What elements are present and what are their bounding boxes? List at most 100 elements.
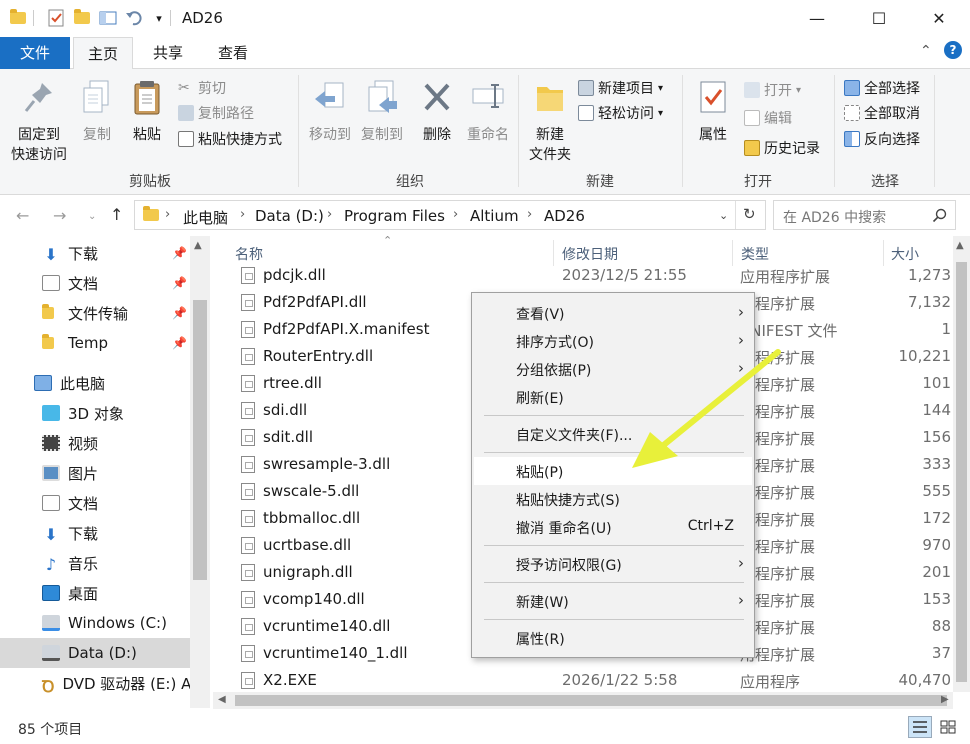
nav-item-music[interactable]: ♪ 音乐: [0, 548, 190, 578]
pin-icon[interactable]: 📌: [172, 276, 187, 290]
column-header-size[interactable]: 大小: [891, 244, 919, 264]
pin-icon[interactable]: 📌: [172, 306, 187, 320]
nav-item-this-pc[interactable]: 此电脑: [0, 368, 190, 398]
nav-scrollbar-thumb[interactable]: [193, 300, 207, 580]
context-menu-item[interactable]: 撤消 重命名(U) Ctrl+Z: [474, 513, 752, 541]
breadcrumb-separator-icon[interactable]: ›: [527, 207, 532, 222]
scroll-up-icon[interactable]: ▲: [956, 240, 964, 251]
tab-file[interactable]: 文件: [0, 37, 70, 69]
nav-item-desktop[interactable]: 桌面: [0, 578, 190, 608]
file-row[interactable]: X2.EXE 2026/1/22 5:58 应用程序 40,470: [213, 667, 953, 692]
breadcrumb-separator-icon[interactable]: ›: [327, 207, 332, 222]
close-button[interactable]: ✕: [908, 0, 970, 36]
scroll-up-icon[interactable]: ▲: [194, 240, 202, 251]
nav-item-temp[interactable]: Temp 📌: [0, 328, 190, 358]
collapse-ribbon-icon[interactable]: ⌃: [920, 43, 932, 59]
context-menu-item[interactable]: 属性(R): [474, 624, 752, 652]
nav-item-data-d[interactable]: Data (D:): [0, 638, 190, 668]
context-menu-item[interactable]: 粘贴快捷方式(S): [474, 485, 752, 513]
nav-label: 下载: [68, 244, 99, 263]
pin-icon[interactable]: 📌: [172, 336, 187, 350]
nav-item-documents-pc[interactable]: 文档: [0, 488, 190, 518]
context-menu-item[interactable]: 查看(V) ›: [474, 299, 752, 327]
select-all-button[interactable]: 全部选择: [844, 77, 920, 99]
nav-item-videos[interactable]: 视频: [0, 428, 190, 458]
move-to-button[interactable]: 移动到: [304, 79, 356, 145]
context-menu-item[interactable]: 授予访问权限(G) ›: [474, 550, 752, 578]
nav-item-documents[interactable]: 文档 📌: [0, 268, 190, 298]
search-box[interactable]: 在 AD26 中搜索: [773, 200, 956, 230]
list-scrollbar-thumb[interactable]: [956, 262, 967, 682]
history-icon: [744, 140, 760, 156]
help-icon[interactable]: ?: [944, 41, 962, 59]
rename-button[interactable]: 重命名: [462, 79, 514, 145]
scroll-right-icon[interactable]: ▶: [941, 694, 949, 705]
column-header-date[interactable]: 修改日期: [562, 244, 618, 264]
details-view-button[interactable]: [908, 716, 932, 738]
copy-button[interactable]: 复制: [76, 79, 118, 145]
new-folder-button[interactable]: 新建 文件夹: [524, 79, 576, 165]
recent-locations-chevron-icon[interactable]: ⌄: [88, 211, 96, 222]
large-icons-view-button[interactable]: [936, 716, 960, 738]
delete-button[interactable]: 删除: [416, 79, 458, 145]
back-arrow-icon[interactable]: ←: [16, 206, 29, 225]
tab-home[interactable]: 主页: [73, 37, 133, 70]
new-item-button[interactable]: 新建项目 ▾: [578, 77, 663, 99]
breadcrumb-separator-icon[interactable]: ›: [453, 207, 458, 222]
chevron-down-icon: ▾: [658, 107, 664, 119]
address-dropdown-icon[interactable]: ⌄: [719, 209, 728, 222]
breadcrumb-separator-icon[interactable]: ›: [165, 207, 170, 222]
copy-to-button[interactable]: 复制到: [356, 79, 408, 145]
search-input[interactable]: 在 AD26 中搜索: [783, 207, 886, 227]
pin-icon[interactable]: 📌: [172, 246, 187, 260]
file-row[interactable]: pdcjk.dll 2023/12/5 21:55 应用程序扩展 1,273: [213, 262, 953, 289]
history-button[interactable]: 历史记录: [744, 137, 820, 159]
context-menu-item[interactable]: 新建(W) ›: [474, 587, 752, 615]
title-bar: ▾ AD26 — ☐ ✕: [0, 0, 970, 36]
undo-icon[interactable]: [124, 8, 144, 28]
properties-check-icon[interactable]: [46, 8, 66, 28]
easy-access-button[interactable]: 轻松访问 ▾: [578, 102, 663, 124]
cut-button[interactable]: ✂ 剪切: [178, 77, 226, 99]
breadcrumb-ad26[interactable]: AD26: [544, 207, 585, 225]
copy-path-button[interactable]: 复制路径: [178, 102, 254, 124]
open-button[interactable]: 打开 ▾: [744, 79, 801, 101]
properties-button[interactable]: 属性: [690, 79, 736, 145]
file-name: X2.EXE: [263, 671, 317, 689]
nav-item-downloads-pc[interactable]: ⬇ 下载: [0, 518, 190, 548]
layout-icon[interactable]: [98, 8, 118, 28]
nav-item-3d-objects[interactable]: 3D 对象: [0, 398, 190, 428]
minimize-button[interactable]: —: [786, 0, 848, 36]
maximize-button[interactable]: ☐: [848, 0, 910, 36]
breadcrumb-data-d[interactable]: Data (D:): [255, 207, 324, 225]
pin-quick-access-button[interactable]: 固定到 快速访问: [6, 79, 72, 165]
new-folder-icon[interactable]: [72, 8, 92, 28]
column-header-type[interactable]: 类型: [741, 244, 769, 264]
invert-selection-button[interactable]: 反向选择: [844, 128, 920, 150]
breadcrumb-this-pc[interactable]: 此电脑: [183, 207, 228, 228]
exe-file-icon: [241, 672, 255, 689]
horizontal-scrollbar-thumb[interactable]: [235, 695, 947, 706]
scroll-left-icon[interactable]: ◀: [218, 694, 226, 705]
address-bar[interactable]: › 此电脑 › Data (D:) › Program Files › Alti…: [134, 200, 766, 230]
nav-item-dvd-e[interactable]: Ꝺ DVD 驱动器 (E:) A: [0, 668, 191, 698]
tab-share[interactable]: 共享: [140, 37, 196, 69]
forward-arrow-icon[interactable]: →: [53, 206, 66, 225]
breadcrumb-program-files[interactable]: Program Files: [344, 207, 445, 225]
column-header-name[interactable]: 名称: [235, 244, 263, 264]
nav-item-windows-c[interactable]: Windows (C:): [0, 608, 190, 638]
nav-item-file-transfer[interactable]: 文件传输 📌: [0, 298, 190, 328]
select-none-button[interactable]: 全部取消: [844, 102, 920, 124]
nav-item-pictures[interactable]: 图片: [0, 458, 190, 488]
quick-access-dropdown[interactable]: ▾: [149, 8, 169, 28]
up-arrow-icon[interactable]: ↑: [110, 205, 123, 224]
tab-view[interactable]: 查看: [203, 37, 263, 69]
properties-check-icon: [700, 81, 726, 113]
breadcrumb-separator-icon[interactable]: ›: [240, 207, 245, 222]
edit-button[interactable]: 编辑: [744, 107, 792, 129]
paste-button[interactable]: 粘贴: [124, 79, 170, 145]
paste-shortcut-button[interactable]: 粘贴快捷方式: [178, 128, 282, 150]
breadcrumb-altium[interactable]: Altium: [470, 207, 519, 225]
refresh-icon[interactable]: ↻: [743, 205, 756, 223]
nav-item-downloads[interactable]: ⬇ 下载 📌: [0, 238, 190, 268]
